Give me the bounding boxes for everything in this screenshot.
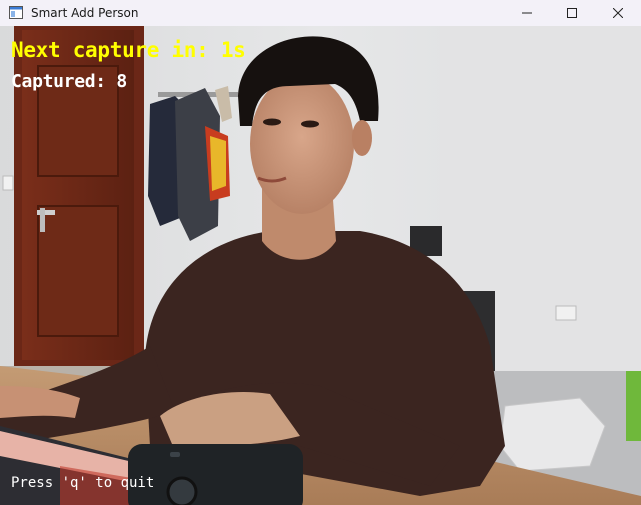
close-icon xyxy=(613,8,623,18)
window-app-icon xyxy=(9,6,23,19)
maximize-button[interactable] xyxy=(549,0,595,26)
title-bar[interactable]: Smart Add Person xyxy=(0,0,641,26)
minimize-icon xyxy=(522,12,532,14)
window-title: Smart Add Person xyxy=(31,6,139,20)
next-capture-label: Next capture in: 1s xyxy=(11,38,246,62)
maximize-icon xyxy=(567,8,577,18)
camera-feed: Next capture in: 1s Captured: 8 Press 'q… xyxy=(0,26,641,505)
minimize-button[interactable] xyxy=(504,0,550,26)
app-window: Smart Add Person Next capture in: 1s Cap… xyxy=(0,0,641,505)
captured-count-label: Captured: 8 xyxy=(11,71,127,92)
quit-hint-label: Press 'q' to quit xyxy=(11,475,155,491)
camera-image xyxy=(0,26,641,505)
close-button[interactable] xyxy=(595,0,641,26)
